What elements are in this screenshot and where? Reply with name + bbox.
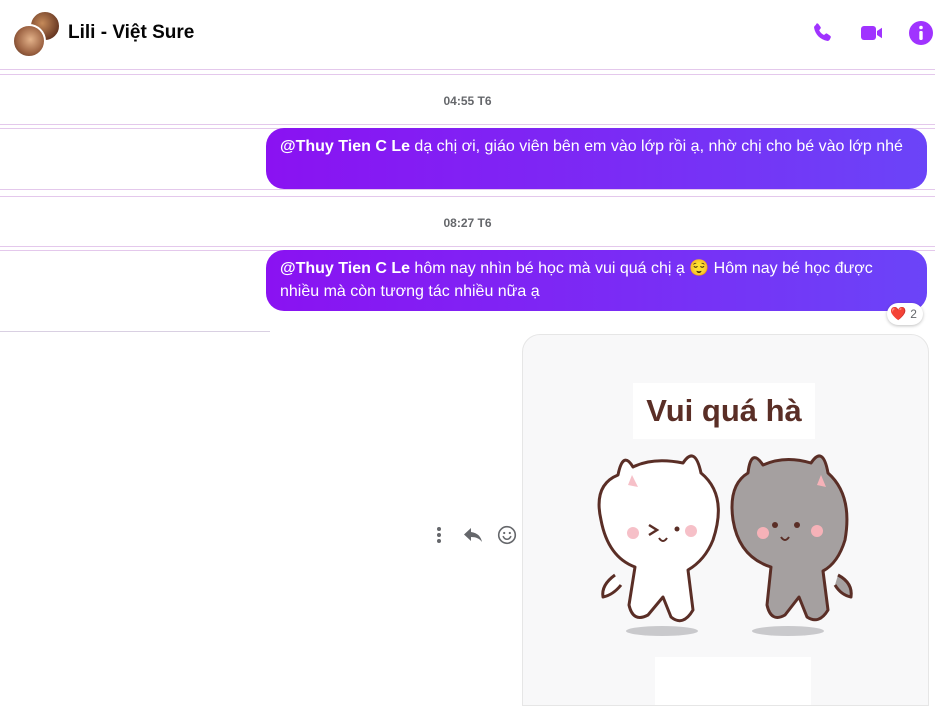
video-icon[interactable] [859,20,885,46]
divider [0,189,935,190]
cats-sticker-image [597,454,853,636]
message-text: dạ chị ơi, giáo viên bên em vào lớp rồi … [409,138,903,155]
divider [0,246,935,247]
timestamp: 04:55 T6 [443,94,492,108]
info-icon[interactable] [908,20,934,46]
sticker-message[interactable]: Vui quá hà [522,334,929,706]
conversation-title[interactable]: Lili - Việt Sure [68,22,194,44]
mention-link[interactable]: @Thuy Tien C Le [280,260,410,277]
reaction-count: 2 [910,307,917,321]
divider [0,69,935,70]
divider [0,74,935,75]
phone-icon[interactable] [809,20,835,46]
reply-icon[interactable] [462,524,484,546]
divider [0,331,270,332]
more-icon[interactable] [428,524,450,546]
divider [0,124,935,125]
conversation-header: Lili - Việt Sure [0,0,935,68]
timestamp: 08:27 T6 [443,216,492,230]
message-bubble[interactable]: @Thuy Tien C Le dạ chị ơi, giáo viên bên… [266,128,927,189]
divider [0,196,935,197]
mention-link[interactable]: @Thuy Tien C Le [280,138,410,155]
emoji-icon[interactable] [496,524,518,546]
group-avatar[interactable] [12,10,61,58]
avatar [12,24,46,58]
heart-reaction-icon: ❤️ [890,306,907,321]
sticker-panel [655,657,811,705]
message-actions [428,524,518,546]
reaction-badge[interactable]: ❤️ 2 [887,303,923,325]
message-bubble[interactable]: @Thuy Tien C Le hôm nay nhìn bé học mà v… [266,250,927,311]
